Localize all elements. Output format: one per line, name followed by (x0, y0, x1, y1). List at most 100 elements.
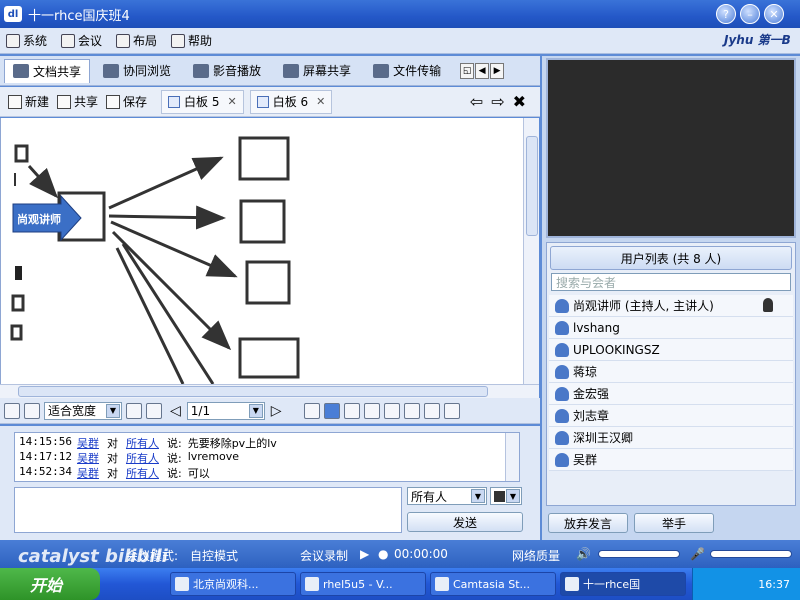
chat-panel: 14:15:56 吴群对所有人 说: 先要移除pv上的lv 14:17:12 吴群对所有… (0, 426, 540, 540)
user-row[interactable]: lvshang (549, 317, 793, 339)
speaker-icon[interactable]: 🔊 (576, 547, 591, 561)
fit-icon[interactable] (4, 402, 20, 419)
tab-co-browse[interactable]: 协同浏览 (94, 59, 180, 83)
marker-icon[interactable] (403, 402, 420, 419)
pointer-icon[interactable] (303, 402, 320, 419)
pen-icon[interactable] (423, 402, 440, 419)
play-record-icon[interactable]: ▶ (360, 547, 369, 561)
line-tool-icon[interactable] (443, 402, 460, 419)
user-icon (555, 386, 569, 401)
speaker-volume-slider[interactable] (598, 550, 680, 558)
tab-scroll-left-button[interactable]: ◀ (475, 62, 490, 79)
layout-icon (116, 33, 131, 48)
send-button[interactable]: 发送 (407, 512, 523, 532)
tab-more-icon[interactable]: ◱ (460, 62, 475, 79)
prev-page-icon[interactable]: ◁ (170, 403, 181, 419)
chevron-down-icon: ▼ (106, 403, 120, 418)
menu-help[interactable]: 帮助 (171, 32, 212, 49)
chat-scrollbar[interactable] (505, 433, 519, 481)
tab-file-transfer[interactable]: 文件传输 (364, 59, 450, 83)
help-icon[interactable]: ? (716, 4, 736, 24)
feature-tabs: 文档共享 协同浏览 影音播放 屏幕共享 文件传输 ◱ ◀ ▶ (0, 56, 540, 86)
people-icon (61, 33, 76, 48)
color-swatch (494, 490, 505, 502)
close-tab-icon[interactable]: ✕ (316, 95, 325, 108)
page-select[interactable]: 1/1 ▼ (186, 401, 265, 420)
share-button[interactable]: 共享 (57, 93, 98, 110)
release-speech-button[interactable]: 放弃发言 (548, 513, 628, 533)
mic-volume-slider[interactable] (710, 550, 792, 558)
task-meeting[interactable]: 十一rhce国 (560, 572, 686, 596)
rotate-icon[interactable] (24, 402, 40, 419)
record-label[interactable]: 会议录制 (300, 547, 348, 564)
task-camtasia[interactable]: Camtasia St... (430, 572, 556, 596)
tab-screen-share[interactable]: 屏幕共享 (274, 59, 360, 83)
target-box-3 (245, 260, 291, 305)
microphone-icon[interactable]: 🎤 (690, 547, 705, 561)
tab-media-play[interactable]: 影音播放 (184, 59, 270, 83)
meeting-mode[interactable]: 自控模式 (190, 547, 238, 564)
minimize-button[interactable]: – (740, 4, 760, 24)
target-box-4 (238, 337, 300, 379)
watermark: catalyst bilibili (18, 546, 168, 567)
menu-meeting[interactable]: 会议 (61, 32, 102, 49)
color-select[interactable]: ▼ (490, 487, 522, 505)
save-button[interactable]: 保存 (106, 93, 147, 110)
user-row[interactable]: UPLOOKINGSZ (549, 339, 793, 361)
start-button[interactable]: 开始 (0, 568, 100, 600)
scroll-thumb[interactable] (18, 386, 488, 397)
close-document-icon[interactable]: ✖ (513, 92, 526, 111)
share-icon (57, 94, 72, 109)
user-row[interactable]: 刘志章 (549, 405, 793, 427)
taskbar: 开始 北京尚观科... rhel5u5 - V... Camtasia St..… (0, 568, 800, 600)
small-box-2 (11, 294, 25, 312)
scroll-thumb[interactable] (526, 136, 538, 236)
arrow-tool-icon[interactable] (323, 402, 340, 419)
next-page-icon[interactable]: ▷ (271, 403, 282, 419)
whiteboard-canvas[interactable]: 尚观讲师 (0, 118, 523, 384)
user-icon (555, 430, 569, 445)
zoom-in-icon[interactable] (126, 402, 142, 419)
document-icon (13, 64, 29, 78)
record-stop-icon[interactable]: ● (378, 547, 388, 561)
user-icon (555, 298, 569, 313)
raise-hand-button[interactable]: 举手 (634, 513, 714, 533)
task-vm[interactable]: rhel5u5 - V... (300, 572, 426, 596)
play-icon (193, 63, 210, 78)
user-row[interactable]: 吴群 (549, 449, 793, 471)
text-tool-icon[interactable] (363, 402, 380, 419)
user-row[interactable]: 深圳王汉卿 (549, 427, 793, 449)
zoom-select[interactable]: 适合宽度 ▼ (44, 401, 122, 420)
record-time: 00:00:00 (394, 547, 448, 561)
eraser-icon[interactable] (383, 402, 400, 419)
zoom-tool-icon[interactable] (343, 402, 360, 419)
document-toolbar: 新建 共享 保存 白板 5 ✕ 白板 6 ✕ ⇦ ⇨ ✖ (0, 87, 540, 117)
menu-system[interactable]: 系统 (6, 32, 47, 49)
recipient-select[interactable]: 所有人 ▼ (407, 487, 487, 505)
task-browser[interactable]: 北京尚观科... (170, 572, 296, 596)
menu-layout[interactable]: 布局 (116, 32, 157, 49)
whiteboard-tab-6[interactable]: 白板 6 ✕ (249, 89, 333, 114)
back-arrow-icon[interactable]: ⇦ (470, 92, 483, 111)
user-row[interactable]: 尚观讲师 (主持人, 主讲人) (549, 295, 793, 317)
close-button[interactable]: ✕ (764, 4, 784, 24)
system-icon (6, 33, 20, 48)
zoom-out-icon[interactable] (146, 402, 162, 419)
user-row[interactable]: 金宏强 (549, 383, 793, 405)
canvas-horizontal-scrollbar[interactable] (0, 384, 539, 398)
tab-scroll-right-button[interactable]: ▶ (490, 62, 505, 79)
whiteboard-tab-5[interactable]: 白板 5 ✕ (161, 89, 244, 114)
monitor-icon (283, 63, 300, 78)
forward-arrow-icon[interactable]: ⇨ (491, 92, 504, 111)
canvas-vertical-scrollbar[interactable] (523, 118, 539, 384)
new-button[interactable]: 新建 (8, 93, 49, 110)
close-tab-icon[interactable]: ✕ (228, 95, 237, 108)
presenter-label: 尚观讲师 (17, 213, 61, 226)
chat-input[interactable] (14, 487, 402, 533)
whiteboard-icon (168, 95, 181, 108)
user-search-input[interactable]: 搜索与会者 (551, 273, 791, 291)
user-list-header: 用户列表 (共 8 人) (550, 246, 792, 270)
tab-document-share[interactable]: 文档共享 (4, 58, 91, 83)
system-tray: 16:37 (692, 568, 800, 600)
user-row[interactable]: 蒋琼 (549, 361, 793, 383)
